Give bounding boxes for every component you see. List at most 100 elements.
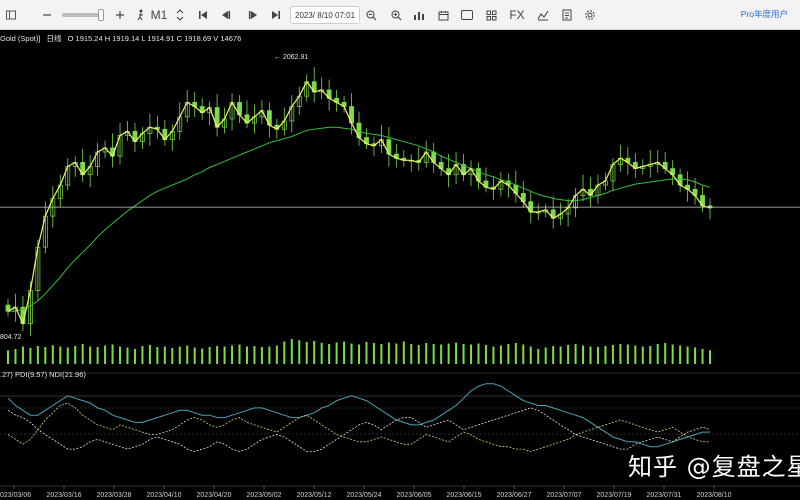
volume-bar (141, 346, 144, 364)
price-chart[interactable]: 023/03/06 2023/03/16 2023/03/28 2023/04/10 2… (0, 31, 800, 500)
document-icon[interactable] (560, 4, 574, 26)
volume-bar (701, 349, 704, 364)
volume-bar (387, 342, 390, 364)
sidebar-toggle-icon[interactable] (4, 4, 18, 26)
ohlcv-values: O 1915.24 H 1919.14 L 1914.91 C 1918.69 … (67, 34, 242, 43)
volume-bar (216, 346, 219, 364)
zoom-in-icon[interactable] (113, 4, 127, 26)
x-axis-label: 023/03/06 (0, 492, 31, 499)
volume-bar (440, 344, 443, 364)
volume-bar (574, 344, 577, 364)
timeframe-label: 日线 (46, 34, 62, 43)
volume-bar (649, 346, 652, 364)
volume-bar (29, 347, 32, 364)
volume-bar (7, 350, 9, 364)
bar-chart-icon[interactable] (412, 4, 426, 26)
volume-bar (44, 347, 47, 364)
volume-bar (36, 346, 39, 364)
x-axis-label: 2023/07/31 (646, 492, 681, 499)
volume-bar (14, 349, 17, 364)
signal-icon[interactable] (536, 4, 550, 26)
volume-bar (320, 342, 323, 364)
x-axis-label: 2023/03/16 (46, 492, 81, 499)
volume-bar (626, 344, 629, 364)
volume-bar (544, 347, 547, 364)
volume-bar (253, 346, 256, 364)
settings-gear-icon[interactable] (583, 4, 597, 26)
toolbar: M1 2023/ 8/10 07:01 FX Pro年度用户 (0, 0, 800, 30)
volume-bar (402, 341, 405, 364)
x-axis-label: 2023/07/07 (546, 492, 581, 499)
volume-bar (447, 343, 450, 364)
volume-bar (305, 342, 308, 364)
volume-bar (470, 344, 473, 364)
volume-bar (201, 348, 204, 364)
step-forward-icon[interactable] (246, 4, 260, 26)
pro-user-label[interactable]: Pro年度用户 (741, 8, 788, 20)
low-price-annotation: 804.72 (0, 334, 22, 341)
volume-bar (462, 344, 465, 364)
x-axis-label: 2023/08/10 (696, 492, 731, 499)
period-stepper-icon[interactable] (174, 4, 186, 26)
volume-bar (51, 345, 54, 364)
date-input[interactable]: 2023/ 8/10 07:01 (290, 6, 360, 24)
volume-bar (96, 347, 99, 364)
x-axis-label: 2023/04/10 (146, 492, 181, 499)
volume-bar (89, 346, 92, 364)
volume-bar (171, 348, 174, 364)
x-axis-label: 2023/04/20 (196, 492, 231, 499)
volume-bar (358, 344, 360, 364)
grid-icon[interactable] (484, 4, 498, 26)
indicator-label: .27) PDI(9.57) NDI(21.96) (0, 370, 86, 379)
zoom-out-icon[interactable] (40, 4, 54, 26)
volume-bar (641, 346, 644, 364)
volume-bar (119, 346, 122, 364)
x-axis-label: 2023/06/15 (446, 492, 481, 499)
volume-bar (81, 344, 84, 364)
volume-bar (529, 346, 532, 364)
volume-bar (275, 345, 278, 364)
calendar-icon[interactable] (436, 4, 450, 26)
zoom-out-chart-icon[interactable] (364, 4, 378, 26)
volume-bar (664, 343, 667, 364)
volume-bar (59, 346, 62, 364)
x-axis-label: 2023/05/12 (296, 492, 331, 499)
zoom-slider[interactable] (62, 9, 104, 21)
volume-bar (74, 346, 77, 364)
volume-bar (686, 346, 689, 364)
volume-bar (417, 345, 420, 364)
volume-bar (283, 341, 286, 364)
volume-bar (335, 342, 338, 364)
volume-bar (193, 347, 196, 364)
fx-button[interactable]: FX (508, 4, 526, 26)
volume-bar (694, 347, 697, 364)
volume-bar (671, 344, 674, 364)
volume-bar (104, 345, 107, 364)
volume-bar (656, 344, 659, 364)
volume-bar (111, 344, 114, 364)
x-axis-label: 2023/05/24 (346, 492, 381, 499)
period-selector[interactable]: M1 (150, 4, 168, 26)
step-back-icon[interactable] (219, 4, 233, 26)
volume-bar (634, 345, 637, 364)
volume-bar (372, 343, 375, 364)
volume-bar (66, 347, 69, 364)
volume-bar (596, 347, 599, 364)
window-icon[interactable] (459, 4, 475, 26)
x-axis-label: 2023/07/19 (596, 492, 631, 499)
zoom-in-chart-icon[interactable] (389, 4, 403, 26)
jump-end-icon[interactable] (269, 4, 283, 26)
volume-bar (238, 344, 241, 364)
jump-start-icon[interactable] (196, 4, 210, 26)
volume-bar (455, 342, 458, 364)
walk-icon[interactable] (134, 4, 148, 26)
volume-bar (604, 346, 607, 364)
volume-bar (231, 345, 234, 364)
volume-bar (350, 343, 353, 364)
volume-bar (156, 347, 159, 364)
symbol-label: Gold (Spot)] (0, 34, 41, 43)
volume-bar (208, 347, 211, 364)
zoom-slider-knob[interactable] (98, 9, 104, 21)
volume-bar (380, 344, 383, 364)
volume-bar (133, 349, 136, 364)
